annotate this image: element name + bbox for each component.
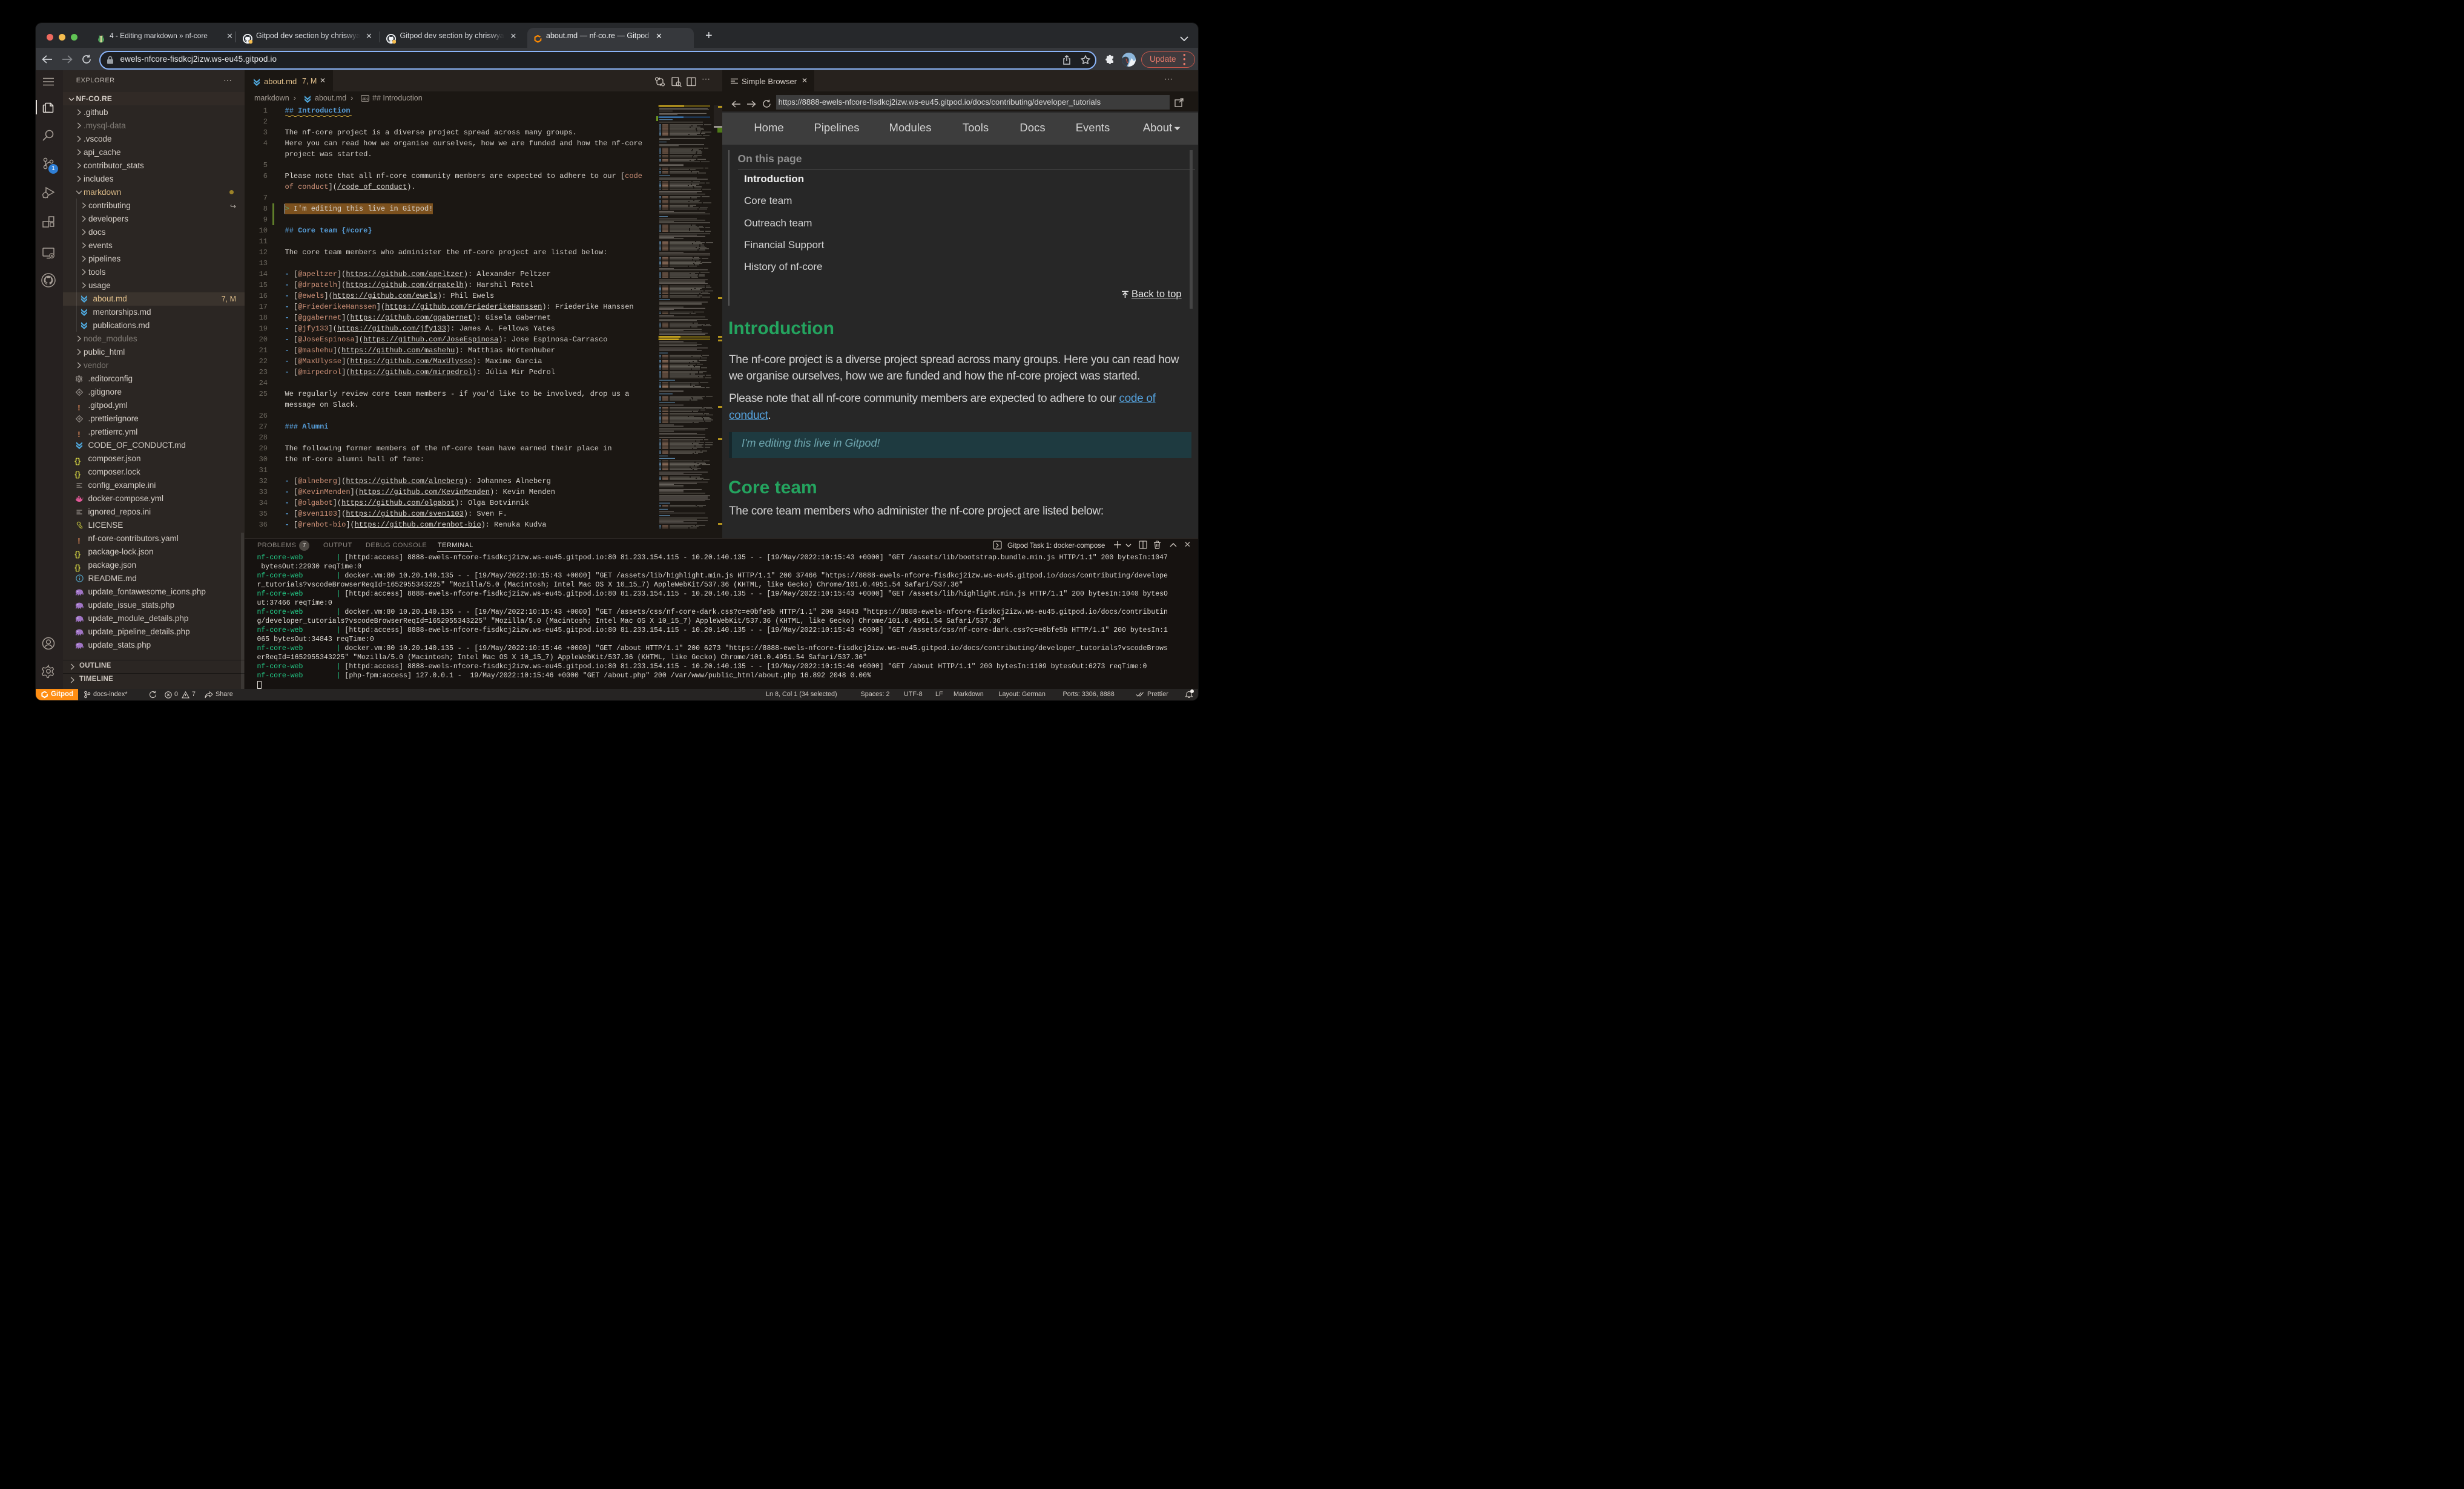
svg-text:abc: abc [362,97,369,101]
